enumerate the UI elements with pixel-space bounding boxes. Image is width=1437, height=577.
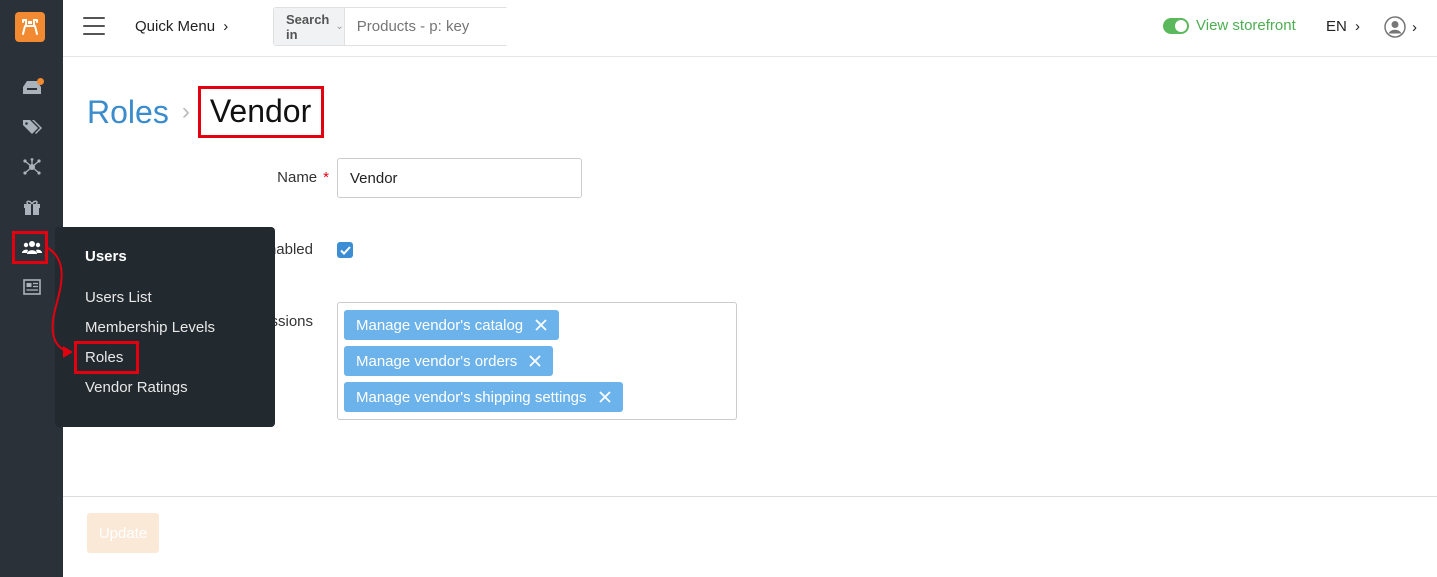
update-button[interactable]: Update — [87, 513, 159, 553]
name-label-row: Name * — [230, 169, 329, 186]
chevron-right-icon: › — [1412, 18, 1417, 36]
footer-divider — [63, 496, 1437, 497]
view-storefront-link[interactable]: View storefront — [1163, 17, 1296, 34]
network-icon[interactable] — [0, 153, 63, 181]
logo[interactable] — [15, 12, 45, 42]
gift-icon[interactable] — [0, 193, 63, 221]
chevron-down-icon: ⌄ — [335, 21, 344, 32]
active-users-highlight — [12, 231, 48, 264]
enabled-checkbox[interactable] — [337, 242, 353, 258]
flyout-title: Users — [85, 248, 127, 265]
permission-tag: Manage vendor's orders — [344, 346, 554, 376]
flyout-item-users-list[interactable]: Users List — [85, 289, 152, 306]
roles-highlight-box — [74, 341, 139, 374]
cart-logo-icon — [22, 19, 38, 35]
quick-menu-button[interactable]: Quick Menu › — [135, 18, 228, 35]
remove-tag-icon[interactable] — [535, 319, 547, 331]
required-marker: * — [323, 169, 329, 186]
account-menu[interactable]: › — [1384, 16, 1417, 38]
flyout-item-membership-levels[interactable]: Membership Levels — [85, 319, 215, 336]
breadcrumb-roles-link[interactable]: Roles — [87, 94, 169, 131]
news-icon[interactable] — [0, 273, 63, 301]
tag-icon[interactable] — [0, 113, 63, 141]
sidebar — [0, 0, 63, 577]
language-label: EN — [1326, 18, 1347, 35]
permissions-multiselect[interactable]: Manage vendor's catalog Manage vendor's … — [337, 302, 737, 420]
chevron-right-icon: › — [1355, 18, 1361, 35]
search-bar: Search in ⌄ — [273, 7, 556, 46]
breadcrumb-separator-icon: › — [181, 98, 190, 125]
permission-tag-label: Manage vendor's catalog — [356, 316, 524, 334]
page-title: Vendor — [197, 86, 325, 138]
search-in-dropdown[interactable]: Search in ⌄ — [274, 8, 345, 45]
search-input[interactable] — [344, 8, 556, 45]
permission-tag-label: Manage vendor's orders — [356, 352, 518, 370]
breadcrumb: Roles › Vendor — [87, 86, 325, 138]
name-field[interactable] — [337, 158, 582, 198]
permission-tag-label: Manage vendor's shipping settings — [356, 388, 587, 406]
storefront-toggle-icon — [1163, 17, 1189, 34]
language-selector[interactable]: EN › — [1326, 18, 1360, 35]
orders-icon[interactable] — [0, 73, 63, 101]
hamburger-menu-icon[interactable] — [83, 17, 105, 35]
notification-dot — [37, 78, 44, 85]
remove-tag-icon[interactable] — [598, 391, 611, 403]
flyout-item-vendor-ratings[interactable]: Vendor Ratings — [85, 379, 188, 396]
permission-tag: Manage vendor's catalog — [344, 310, 560, 340]
chevron-right-icon: › — [223, 18, 229, 35]
remove-tag-icon[interactable] — [529, 355, 541, 367]
storefront-label: View storefront — [1196, 17, 1296, 34]
quick-menu-label: Quick Menu — [135, 18, 216, 35]
checkmark-icon — [339, 245, 351, 255]
search-in-label: Search in — [286, 11, 330, 42]
user-avatar-icon — [1384, 16, 1406, 38]
name-label: Name — [277, 169, 318, 186]
permission-tag: Manage vendor's shipping settings — [344, 382, 623, 412]
users-flyout-menu: Users Users List Membership Levels Roles… — [55, 227, 275, 427]
top-bar: Quick Menu › Search in ⌄ View storefront… — [63, 0, 1437, 57]
